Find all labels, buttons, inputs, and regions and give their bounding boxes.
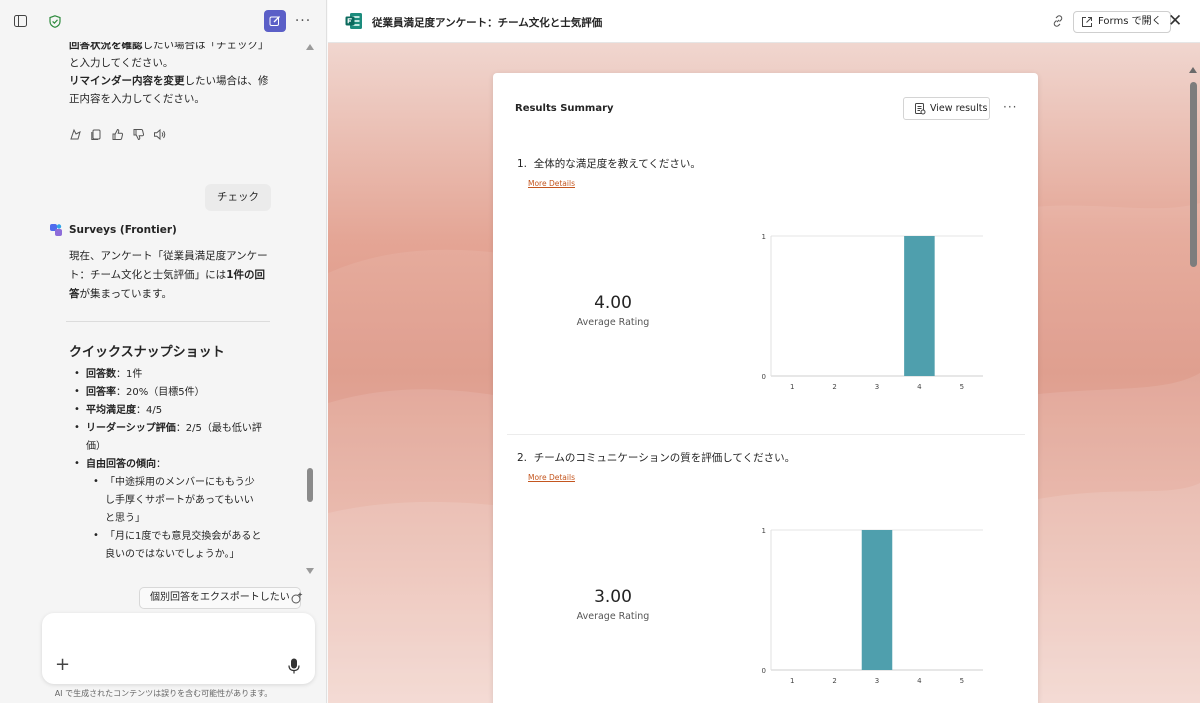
open-in-forms-label: Forms で開く (1098, 16, 1162, 27)
list-item: 自由回答の傾向： (86, 459, 166, 470)
x-tick-label: 1 (790, 677, 794, 685)
link-icon[interactable] (1051, 14, 1065, 28)
view-results-button[interactable]: View results (903, 97, 990, 120)
scroll-up-icon[interactable] (306, 44, 314, 50)
more-options-icon[interactable]: ··· (292, 10, 314, 32)
speaker-icon[interactable] (153, 128, 166, 141)
bullet-dot: • (74, 404, 80, 415)
intro-line: 正内容を入力してください。 (69, 93, 205, 105)
scroll-thumb[interactable] (307, 468, 313, 502)
user-message: チェック (205, 184, 271, 211)
copy-icon[interactable] (90, 128, 103, 141)
close-icon[interactable]: ✕ (1168, 12, 1182, 30)
intro-line: リマインダー内容を変更したい場合は、修 (69, 75, 269, 87)
form-title: 従業員満足度アンケート：チーム文化と士気評価 (372, 17, 603, 29)
sub-list-line: 「中途採用のメンバーにももう少 (105, 477, 255, 488)
rating-bar-chart: 0 1 1 2 3 4 5 (762, 527, 983, 685)
read-aloud-icon[interactable] (69, 128, 82, 141)
average-rating-label: Average Rating (576, 317, 650, 328)
sparkle-refresh-icon[interactable] (290, 591, 304, 605)
open-in-forms-button[interactable]: Forms で開く (1073, 11, 1171, 33)
shield-check-icon[interactable] (44, 10, 66, 32)
list-item: 平均満足度：4/5 (86, 405, 163, 416)
x-tick-label: 3 (875, 383, 879, 391)
more-details-link[interactable]: More Details (528, 473, 575, 482)
scroll-thumb[interactable] (1190, 82, 1197, 267)
sub-bullet-dot: • (93, 476, 99, 487)
microphone-icon[interactable] (288, 658, 300, 674)
thumbs-up-icon[interactable] (111, 128, 124, 141)
chat-scrollbar[interactable] (305, 44, 315, 574)
y-tick-label: 0 (762, 667, 766, 675)
message-list: 回答状況を確認したい場合は「チェック」 と入力してください。 リマインダー内容を… (0, 36, 310, 576)
sub-list-line: 「月に1度でも意見交換会があると (105, 531, 262, 542)
sub-bullet-dot: • (93, 530, 99, 541)
x-tick-label: 3 (875, 677, 879, 685)
bar-rating-4 (904, 236, 935, 376)
suggestion-chip[interactable]: 個別回答をエクスポートしたい (139, 587, 301, 609)
results-summary-card: Results Summary View results ··· 1. 全体的な… (493, 73, 1038, 703)
message-composer[interactable]: + (42, 613, 315, 684)
plus-icon[interactable]: + (55, 656, 70, 674)
new-chat-button[interactable] (264, 10, 286, 32)
x-tick-label: 2 (832, 677, 836, 685)
ai-disclaimer: AI で生成されたコンテンツは誤りを含む可能性があります。 (54, 689, 273, 698)
chat-toolbar: ··· (0, 0, 326, 42)
document-icon (915, 103, 926, 115)
x-tick-label: 1 (790, 383, 794, 391)
sidebar-toggle-icon[interactable] (9, 10, 31, 32)
y-tick-label: 1 (762, 233, 766, 241)
bot-header: Surveys (Frontier) (49, 223, 177, 237)
forms-pane: 従業員満足度アンケート：チーム文化と士気評価 Forms で開く ✕ Resul… (328, 0, 1200, 703)
divider (66, 321, 270, 322)
y-tick-label: 1 (762, 527, 766, 535)
forms-header: 従業員満足度アンケート：チーム文化と士気評価 Forms で開く ✕ (328, 0, 1200, 43)
x-tick-label: 4 (917, 383, 922, 391)
x-tick-label: 5 (960, 677, 964, 685)
bot-line: ト：チーム文化と士気評価」には1件の回 (69, 269, 265, 281)
scroll-up-icon[interactable] (1189, 67, 1197, 73)
open-external-icon (1082, 17, 1092, 27)
average-rating-label: Average Rating (576, 611, 650, 622)
bullet-dot: • (74, 458, 80, 469)
average-rating-value: 4.00 (594, 293, 632, 313)
results-summary-title: Results Summary (515, 103, 614, 114)
bullet-dot: • (74, 386, 80, 397)
list-item: リーダーシップ評価：2/5（最も低い評 (86, 423, 262, 434)
question-title: 1. 全体的な満足度を教えてください。 (517, 158, 701, 170)
bullet-dot: • (74, 368, 80, 379)
bullet-dot: • (74, 422, 80, 433)
rating-bar-chart: 0 1 1 2 3 4 5 (762, 233, 983, 391)
microsoft-forms-icon (345, 13, 362, 29)
message-actions (69, 128, 166, 141)
sub-list-line: 良いのではないでしょうか。」 (105, 549, 240, 560)
question-separator (507, 434, 1025, 435)
bot-name: Surveys (Frontier) (69, 224, 177, 236)
forms-scrollbar[interactable] (1187, 67, 1200, 703)
x-tick-label: 2 (832, 383, 836, 391)
more-details-link[interactable]: More Details (528, 179, 575, 188)
average-rating-value: 3.00 (594, 587, 632, 607)
bar-rating-3 (861, 530, 893, 670)
list-item: 回答率：20%（目標5件） (86, 387, 205, 398)
x-tick-label: 5 (960, 383, 964, 391)
snapshot-title: クイックスナップショット (69, 345, 225, 360)
sub-list-line: し手厚くサポートがあってもいい (105, 495, 254, 506)
x-tick-label: 4 (917, 677, 922, 685)
bot-line: 現在、アンケート「従業員満足度アンケー (69, 250, 268, 262)
list-item: 回答数：1件 (86, 369, 143, 380)
scroll-down-icon[interactable] (306, 568, 314, 574)
y-tick-label: 0 (762, 373, 766, 381)
view-results-label: View results (930, 103, 988, 114)
intro-line: と入力してください。 (69, 57, 174, 69)
more-options-icon[interactable]: ··· (1003, 100, 1017, 114)
surveys-bot-icon (50, 224, 62, 236)
sub-list-line: と思う」 (105, 513, 145, 524)
chat-pane: ··· 回答状況を確認したい場合は「チェック」 と入力してください。 リマインダ… (0, 0, 327, 703)
thumbs-down-icon[interactable] (132, 128, 145, 141)
question-title: 2. チームのコミュニケーションの質を評価してください。 (517, 452, 796, 464)
list-item: 価） (86, 441, 106, 452)
bot-line: 答が集まっています。 (69, 288, 173, 300)
